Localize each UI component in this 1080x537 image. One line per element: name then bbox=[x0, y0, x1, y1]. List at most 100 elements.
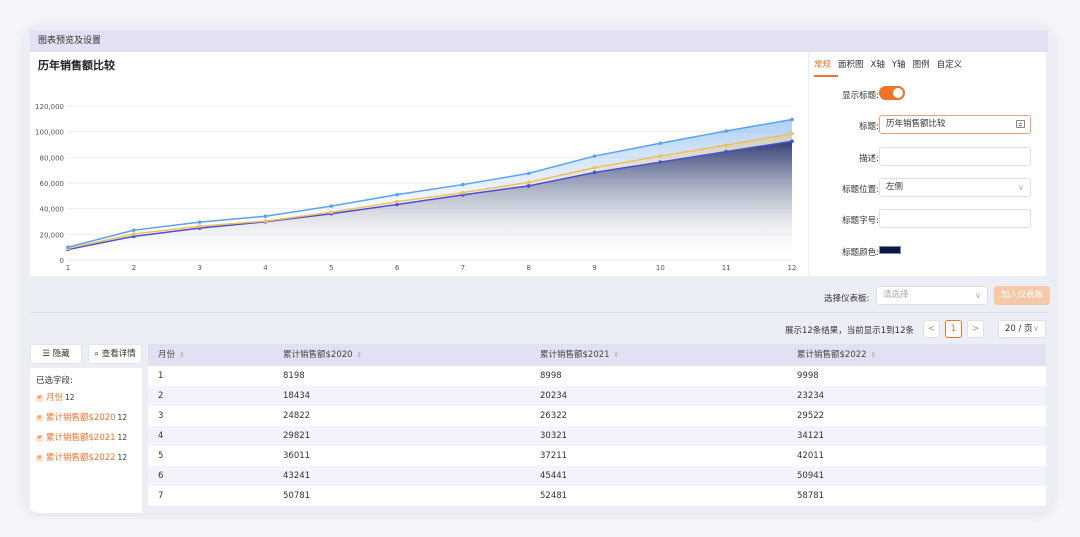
column-header-label: 累计销售额$2020 bbox=[283, 350, 353, 360]
hide-button[interactable]: ☰ 隐藏 bbox=[30, 344, 82, 364]
number-field-icon: # bbox=[36, 455, 43, 462]
field-item[interactable]: # 累计销售额$2021 12 bbox=[36, 431, 136, 443]
dashboard-bar: 选择仪表板: 请选择 ∨ 加入仪表板 bbox=[30, 282, 1050, 312]
field-item[interactable]: # 累计销售额$2022 12 bbox=[36, 451, 136, 463]
data-point bbox=[66, 245, 70, 249]
y-tick-label: 80,000 bbox=[40, 154, 65, 162]
title-color-swatch[interactable] bbox=[879, 246, 901, 254]
tab-1[interactable]: 面积图 bbox=[838, 58, 871, 77]
view-details-button[interactable]: ⌕ 查看详情 bbox=[88, 344, 142, 364]
field-item[interactable]: # 累计销售额$2020 12 bbox=[36, 411, 136, 423]
add-to-dashboard-button[interactable]: 加入仪表板 bbox=[994, 286, 1050, 305]
table-cell: 30321 bbox=[540, 431, 568, 441]
show-title-toggle[interactable] bbox=[879, 86, 905, 100]
tab-2[interactable]: X轴 bbox=[871, 58, 892, 77]
data-point bbox=[592, 165, 597, 170]
tab-5[interactable]: 自定义 bbox=[937, 58, 970, 77]
data-point bbox=[461, 190, 465, 195]
column-header[interactable]: 月份 ⇕ bbox=[148, 344, 276, 366]
data-point bbox=[132, 228, 136, 232]
data-point bbox=[329, 210, 334, 215]
hide-button-label: 隐藏 bbox=[52, 349, 70, 359]
tab-3[interactable]: Y轴 bbox=[892, 58, 913, 77]
sort-icon[interactable]: ⇕ bbox=[871, 351, 877, 359]
title-input[interactable]: 历年销售额比较 bbox=[879, 115, 1031, 134]
table-cell: 42011 bbox=[797, 451, 825, 461]
table-row[interactable]: 3 24822 26322 29522 bbox=[148, 406, 1046, 426]
tab-0[interactable]: 常规 bbox=[814, 58, 839, 77]
next-page-button[interactable]: > bbox=[967, 320, 984, 338]
data-point bbox=[592, 154, 597, 158]
y-tick-label: 20,000 bbox=[40, 231, 65, 239]
settings-panel: 常规 面积图 X轴 Y轴 图例 自定义 显示标题: 标题: 历年销售额比较 描述: 标题位… bbox=[808, 52, 1046, 276]
field-count: 12 bbox=[117, 453, 128, 462]
prev-page-button[interactable]: < bbox=[923, 320, 940, 338]
title-size-input[interactable] bbox=[879, 209, 1031, 228]
tab-4[interactable]: 图例 bbox=[913, 58, 937, 77]
field-count: 12 bbox=[117, 433, 128, 442]
data-point bbox=[526, 180, 531, 185]
sort-icon[interactable]: ⇕ bbox=[357, 351, 363, 359]
table-row[interactable]: 1 8198 8998 9998 bbox=[148, 366, 1046, 386]
field-name: 累计销售额$2020 bbox=[46, 413, 116, 423]
dashboard-select[interactable]: 请选择 ∨ bbox=[876, 286, 988, 305]
table-row[interactable]: 2 18434 20234 23234 bbox=[148, 386, 1046, 406]
data-point bbox=[724, 129, 728, 133]
data-point bbox=[132, 232, 136, 236]
data-point bbox=[263, 219, 268, 223]
toggle-knob bbox=[893, 88, 903, 98]
sort-icon[interactable]: ⇕ bbox=[179, 351, 185, 359]
view-details-label: 查看详情 bbox=[101, 349, 136, 359]
number-field-icon: # bbox=[36, 395, 43, 402]
data-point bbox=[724, 149, 728, 154]
column-header[interactable]: 累计销售额$2020 ⇕ bbox=[276, 344, 533, 366]
data-point bbox=[526, 184, 531, 188]
table-cell: 26322 bbox=[540, 411, 568, 421]
table-cell: 45441 bbox=[540, 471, 568, 481]
desc-input[interactable] bbox=[879, 147, 1031, 166]
selected-fields-title: 已选字段: bbox=[36, 376, 73, 386]
data-table: 月份 ⇕ 累计销售额$2020 ⇕ 累计销售额$2021 ⇕ 累计销售额$2022 ⇕ 1 81… bbox=[148, 344, 1046, 513]
sort-icon[interactable]: ⇕ bbox=[614, 351, 620, 359]
field-name: 累计销售额$2022 bbox=[46, 453, 116, 463]
data-point bbox=[329, 204, 334, 208]
column-header[interactable]: 累计销售额$2021 ⇕ bbox=[533, 344, 790, 366]
field-list: # 月份 12 # 累计销售额$2020 12 # 累计销售额$2021 12 # 累计销售额$20… bbox=[36, 391, 136, 463]
show-title-label: 显示标题: bbox=[842, 91, 879, 101]
data-point bbox=[658, 160, 663, 164]
table-cell: 29522 bbox=[797, 411, 825, 421]
data-point bbox=[592, 170, 597, 175]
table-cell: 3 bbox=[158, 411, 164, 421]
data-point bbox=[395, 192, 399, 197]
title-position-select[interactable]: 左侧 ∨ bbox=[879, 178, 1031, 197]
title-label: 标题: bbox=[859, 122, 879, 132]
column-header[interactable]: 累计销售额$2022 ⇕ bbox=[790, 344, 1046, 366]
table-cell: 50781 bbox=[283, 491, 311, 501]
show-title-row: 显示标题: bbox=[809, 84, 1047, 104]
table-header: 月份 ⇕ 累计销售额$2020 ⇕ 累计销售额$2021 ⇕ 累计销售额$2022 ⇕ bbox=[148, 344, 1046, 366]
current-page-button[interactable]: 1 bbox=[945, 320, 962, 338]
data-point bbox=[461, 182, 465, 187]
page-size-select[interactable]: 20 / 页 ∨ bbox=[998, 320, 1046, 338]
title-position-row: 标题位置: 左侧 ∨ bbox=[809, 178, 1047, 198]
data-point bbox=[395, 199, 399, 204]
table-row[interactable]: 6 43241 45441 50941 bbox=[148, 466, 1046, 486]
table-row[interactable]: 7 50781 52481 58781 bbox=[148, 486, 1046, 506]
data-point bbox=[197, 220, 202, 224]
dashboard-placeholder: 请选择 bbox=[883, 290, 909, 300]
x-tick-label: 2 bbox=[132, 264, 136, 272]
text-editor-icon[interactable] bbox=[1016, 120, 1025, 128]
page-size-value: 20 / 页 bbox=[1005, 324, 1033, 334]
app-window: 图表预览及设置 历年销售额比较 0 20,000 40,000 60,000 80,00… bbox=[24, 24, 1054, 513]
table-cell: 58781 bbox=[797, 491, 825, 501]
table-row[interactable]: 4 29821 30321 34121 bbox=[148, 426, 1046, 446]
table-row[interactable]: 5 36011 37211 42011 bbox=[148, 446, 1046, 466]
settings-tabs: 常规 面积图 X轴 Y轴 图例 自定义 bbox=[814, 58, 969, 77]
data-point bbox=[658, 154, 663, 158]
x-tick-label: 1 bbox=[66, 264, 70, 272]
field-item[interactable]: # 月份 12 bbox=[36, 391, 136, 403]
table-body: 1 8198 8998 9998 2 18434 20234 23234 3 24822 26322… bbox=[148, 366, 1046, 506]
panel-header: 图表预览及设置 bbox=[30, 30, 1048, 52]
table-cell: 34121 bbox=[797, 431, 825, 441]
table-cell: 24822 bbox=[283, 411, 311, 421]
